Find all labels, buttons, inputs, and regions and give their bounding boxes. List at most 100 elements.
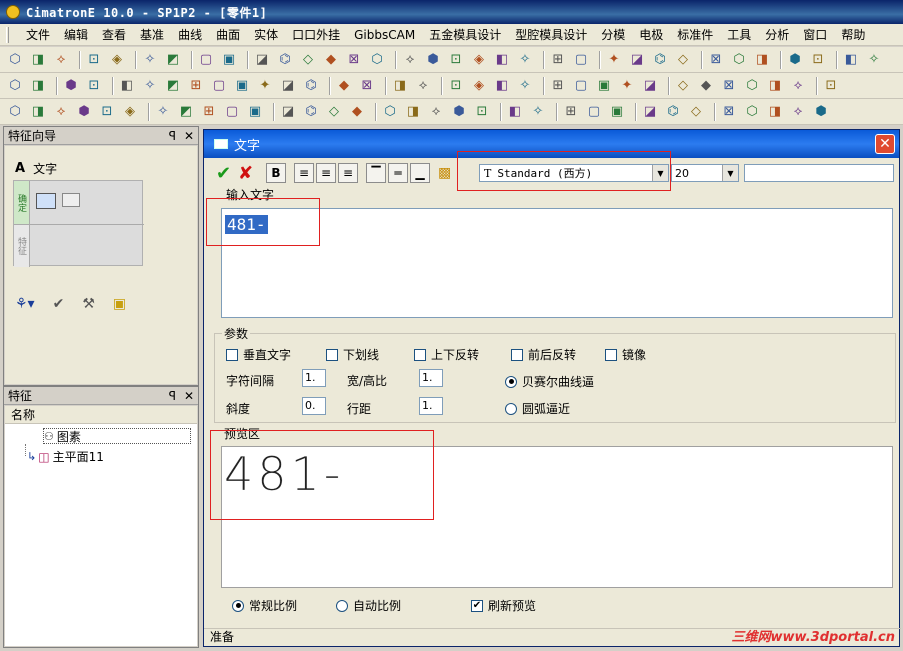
line-spacing-input[interactable]: 1. xyxy=(419,397,443,415)
menu-item[interactable]: 工具 xyxy=(720,26,758,43)
text-input-area[interactable]: 481- xyxy=(221,208,893,318)
font-picker-icon[interactable]: ▩ xyxy=(438,165,456,181)
rotate-icon[interactable]: ⬡ xyxy=(368,51,386,69)
tree-icon[interactable]: ▣ xyxy=(220,51,238,69)
chamfer-icon[interactable]: ▢ xyxy=(572,77,590,95)
measure-icon[interactable]: ⊡ xyxy=(822,77,840,95)
view-front-icon[interactable]: ◪ xyxy=(628,51,646,69)
edge-4-icon[interactable]: ▢ xyxy=(223,103,241,121)
ok-check-icon[interactable]: ✔ xyxy=(216,163,238,184)
pin-icon[interactable]: ꟼ xyxy=(169,389,176,403)
spiral-icon[interactable]: ⬡ xyxy=(743,77,761,95)
select-arrow-icon[interactable]: ◨ xyxy=(29,77,47,95)
pattern-1-icon[interactable]: ◧ xyxy=(506,103,524,121)
align-center-icon[interactable]: ≡ xyxy=(316,163,336,183)
close-icon[interactable]: ✕ xyxy=(184,389,194,403)
tool-a-icon[interactable]: ⊠ xyxy=(720,103,738,121)
normal-scale-radio[interactable]: 常规比例 xyxy=(232,597,297,614)
curve-4-icon[interactable]: ⊞ xyxy=(187,77,205,95)
view-menu-icon[interactable]: ⌬ xyxy=(651,51,669,69)
array-icon[interactable]: ◨ xyxy=(404,103,422,121)
char-spacing-input[interactable]: 1. xyxy=(302,369,326,387)
block-2-icon[interactable]: ▢ xyxy=(585,103,603,121)
mirror-icon[interactable]: ⟡ xyxy=(789,77,807,95)
cube-wire-icon[interactable]: ⬢ xyxy=(424,51,442,69)
curve-8-icon[interactable]: ◪ xyxy=(279,77,297,95)
menu-item[interactable]: 口口外挂 xyxy=(285,26,347,43)
cube-icon[interactable]: ⟡ xyxy=(401,51,419,69)
menu-item[interactable]: 曲面 xyxy=(209,26,247,43)
menu-item[interactable]: 编辑 xyxy=(57,26,95,43)
mold-2-icon[interactable]: ⌬ xyxy=(664,103,682,121)
edge-2-icon[interactable]: ◩ xyxy=(177,103,195,121)
tool-2-icon[interactable]: ⊠ xyxy=(358,77,376,95)
curve-2-icon[interactable]: ✧ xyxy=(141,77,159,95)
project-icon[interactable]: ◨ xyxy=(766,77,784,95)
font-size-select[interactable]: 20 ▼ xyxy=(671,164,739,182)
solid-3-icon[interactable]: ◇ xyxy=(325,103,343,121)
bulb-off-icon[interactable]: ◨ xyxy=(753,51,771,69)
arrow-left-icon[interactable]: ⬢ xyxy=(786,51,804,69)
aspect-ratio-input[interactable]: 1. xyxy=(419,369,443,387)
solid-4-icon[interactable]: ◆ xyxy=(348,103,366,121)
cube-solid-icon[interactable]: ✧ xyxy=(516,51,534,69)
tree-item-entities[interactable]: ⚇ 图素 xyxy=(43,428,191,444)
undo-icon[interactable]: ⊡ xyxy=(85,51,103,69)
arrow-right-icon[interactable]: ⊡ xyxy=(809,51,827,69)
zoom-box-icon[interactable]: ◪ xyxy=(253,51,271,69)
solid-1-icon[interactable]: ◪ xyxy=(279,103,297,121)
dots-icon[interactable]: ⟡ xyxy=(427,103,445,121)
tool-b-icon[interactable]: ⬡ xyxy=(743,103,761,121)
pointer-icon[interactable]: ⬢ xyxy=(62,77,80,95)
bulb-icon[interactable]: ⊠ xyxy=(707,51,725,69)
offset-icon[interactable]: ◇ xyxy=(674,77,692,95)
apply-icon[interactable]: ▣ xyxy=(113,296,126,312)
edge-3-icon[interactable]: ⊞ xyxy=(200,103,218,121)
mirror-2-icon[interactable]: ⊡ xyxy=(473,103,491,121)
erase-icon[interactable]: ▢ xyxy=(572,51,590,69)
loft-icon[interactable]: ⊠ xyxy=(720,77,738,95)
menu-item[interactable]: 查看 xyxy=(95,26,133,43)
split-icon[interactable]: ✦ xyxy=(618,77,636,95)
pan-icon[interactable]: ⊠ xyxy=(345,51,363,69)
cube-shade-icon[interactable]: ⊡ xyxy=(447,51,465,69)
tool-1-icon[interactable]: ◆ xyxy=(335,77,353,95)
valign-middle-icon[interactable]: ═ xyxy=(388,163,408,183)
cancel-x-icon[interactable]: ✘ xyxy=(238,163,262,184)
zoom-select-icon[interactable]: ◇ xyxy=(299,51,317,69)
fillet-icon[interactable]: ⊞ xyxy=(549,77,567,95)
extra-text-field[interactable] xyxy=(744,164,894,182)
surface-5-icon[interactable]: ⊡ xyxy=(98,103,116,121)
step-1-icon[interactable] xyxy=(36,193,56,209)
vertical-text-checkbox[interactable]: 垂直文字 xyxy=(226,346,291,363)
valign-bottom-icon[interactable]: ▁ xyxy=(410,163,430,183)
tree-column-header[interactable]: 名称 xyxy=(5,406,197,424)
check-icon[interactable]: ✔ xyxy=(53,296,65,312)
surface-2-icon[interactable]: ◨ xyxy=(29,103,47,121)
align-left-icon[interactable]: ≡ xyxy=(294,163,314,183)
trim-icon[interactable]: ▣ xyxy=(595,77,613,95)
slant-input[interactable]: 0. xyxy=(302,397,326,415)
preview-tool-icon[interactable]: ⚒ xyxy=(82,296,95,312)
cube-hidden-icon[interactable]: ◧ xyxy=(493,51,511,69)
bold-button[interactable]: B xyxy=(266,163,286,183)
up-arrow-icon[interactable]: ▢ xyxy=(197,51,215,69)
magnify-icon[interactable]: ◆ xyxy=(322,51,340,69)
menu-item[interactable]: 分模 xyxy=(594,26,632,43)
drag-icon[interactable]: ⊡ xyxy=(85,77,103,95)
menu-item[interactable]: 标准件 xyxy=(670,26,720,43)
flip-frontback-checkbox[interactable]: 前后反转 xyxy=(511,346,576,363)
surface-6-icon[interactable]: ◈ xyxy=(121,103,139,121)
block-1-icon[interactable]: ⊞ xyxy=(562,103,580,121)
dialog-close-button[interactable]: ✕ xyxy=(875,134,895,154)
solid-2-icon[interactable]: ⌬ xyxy=(302,103,320,121)
break-icon[interactable]: ◪ xyxy=(641,77,659,95)
delete-red-icon[interactable]: ⬡ xyxy=(6,77,24,95)
curve-7-icon[interactable]: ✦ xyxy=(256,77,274,95)
edge-1-icon[interactable]: ✧ xyxy=(154,103,172,121)
step-2-icon[interactable] xyxy=(62,193,80,207)
edge-5-icon[interactable]: ▣ xyxy=(246,103,264,121)
tool-d-icon[interactable]: ⟡ xyxy=(789,103,807,121)
mirror-checkbox[interactable]: 镜像 xyxy=(605,346,646,363)
paint-icon[interactable]: ⊞ xyxy=(549,51,567,69)
